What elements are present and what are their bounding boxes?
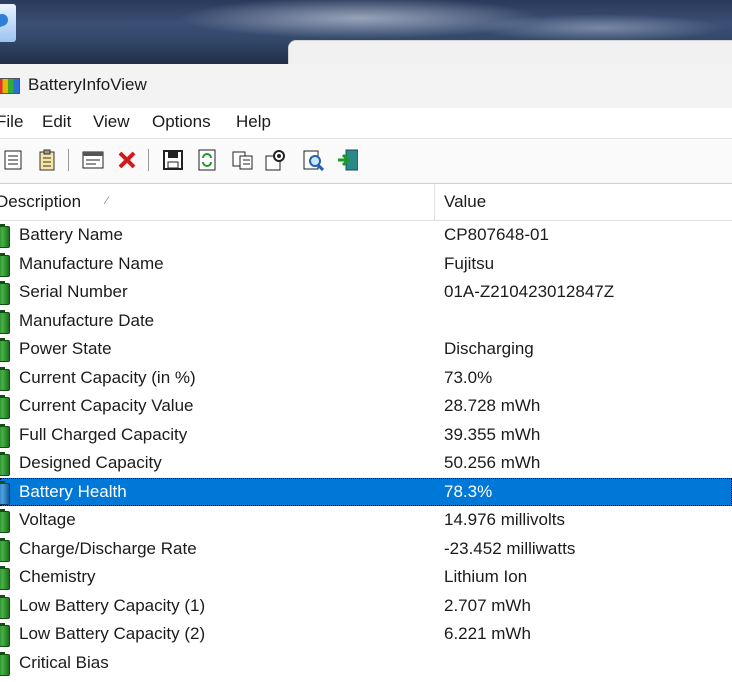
column-header-description[interactable]: Description <box>0 192 81 212</box>
row-value: Discharging <box>444 339 534 358</box>
row-description: Battery Health <box>19 481 127 501</box>
row-description: Charge/Discharge Rate <box>19 538 197 558</box>
battery-icon <box>0 651 10 676</box>
refresh-icon[interactable] <box>196 148 218 172</box>
row-description: Current Capacity (in %) <box>19 367 196 387</box>
desktop-shortcut-icon[interactable] <box>0 4 16 42</box>
copy-icon[interactable] <box>232 148 254 172</box>
delete-icon[interactable] <box>116 148 138 172</box>
row-value: 01A-Z210423012847Z <box>444 282 615 301</box>
row-description: Current Capacity Value <box>19 396 194 415</box>
exit-icon[interactable] <box>336 148 358 172</box>
sort-ascending-icon: ⁄ <box>106 195 108 207</box>
row-value: -23.452 milliwatts <box>444 538 576 558</box>
battery-icon <box>0 566 10 590</box>
row-description: Low Battery Capacity (1) <box>19 595 206 615</box>
menu-bar: File Edit View Options Help <box>0 108 732 138</box>
battery-icon <box>0 224 10 248</box>
battery-icon <box>0 452 10 476</box>
row-value: 28.728 mWh <box>444 396 541 415</box>
column-divider[interactable] <box>434 184 435 220</box>
table-row[interactable]: Designed Capacity 50.256 mWh <box>0 449 732 478</box>
row-value: 6.221 mWh <box>444 624 531 643</box>
row-value: Fujitsu <box>444 253 495 273</box>
table-row[interactable]: Battery Health 78.3% <box>0 477 732 506</box>
battery-icon <box>0 338 10 362</box>
table-row[interactable]: Serial Number 01A-Z210423012847Z <box>0 278 732 307</box>
table-row[interactable]: Voltage 14.976 millivolts <box>0 506 732 535</box>
menu-options[interactable]: Options <box>150 112 213 132</box>
battery-info-list: Battery Name CP807648-01 Manufacture Name F… <box>0 221 732 677</box>
row-value: 73.0% <box>444 367 493 387</box>
row-description: Full Charged Capacity <box>19 424 188 444</box>
battery-icon <box>0 252 10 277</box>
window-title: BatteryInfoView <box>28 75 147 94</box>
battery-icon <box>0 309 10 334</box>
row-value: CP807648-01 <box>444 225 549 244</box>
row-description: Power State <box>19 339 112 358</box>
app-window: BatteryInfoView File Edit View Options H… <box>0 64 732 682</box>
row-description: Chemistry <box>19 567 96 586</box>
table-row[interactable]: Charge/Discharge Rate -23.452 milliwatts <box>0 535 732 564</box>
row-value: Lithium Ion <box>444 567 528 586</box>
battery-icon <box>0 366 10 391</box>
toolbar-separator <box>68 149 69 171</box>
battery-icon <box>0 395 10 419</box>
table-row[interactable]: Manufacture Name Fujitsu <box>0 250 732 279</box>
toolbar-separator <box>148 149 149 171</box>
table-row[interactable]: Current Capacity (in %) 73.0% <box>0 364 732 393</box>
row-description: Low Battery Capacity (2) <box>19 624 206 643</box>
table-row[interactable]: Critical Bias <box>0 649 732 678</box>
title-bar[interactable]: BatteryInfoView <box>0 64 732 108</box>
battery-icon <box>0 537 10 562</box>
table-row[interactable]: Chemistry Lithium Ion <box>0 563 732 592</box>
row-description: Serial Number <box>19 282 128 301</box>
column-header-value[interactable]: Value <box>444 192 486 212</box>
row-description: Manufacture Name <box>19 253 164 273</box>
table-row[interactable]: Manufacture Date <box>0 307 732 336</box>
menu-help[interactable]: Help <box>234 112 273 132</box>
table-row[interactable]: Current Capacity Value 28.728 mWh <box>0 392 732 421</box>
properties-icon[interactable] <box>2 148 24 172</box>
battery-app-icon <box>0 78 20 94</box>
report-icon[interactable] <box>36 148 58 172</box>
row-description: Critical Bias <box>19 652 109 672</box>
row-value: 14.976 millivolts <box>444 510 565 529</box>
table-row[interactable]: Power State Discharging <box>0 335 732 364</box>
battery-icon <box>0 594 10 619</box>
row-description: Battery Name <box>19 225 123 244</box>
menu-view[interactable]: View <box>91 112 132 132</box>
options-icon[interactable] <box>264 148 286 172</box>
menu-file[interactable]: File <box>0 112 25 132</box>
row-value: 39.355 mWh <box>444 424 541 444</box>
table-row[interactable]: Full Charged Capacity 39.355 mWh <box>0 421 732 450</box>
table-row[interactable]: Low Battery Capacity (1) 2.707 mWh <box>0 592 732 621</box>
row-description: Voltage <box>19 510 76 529</box>
battery-icon <box>0 480 10 505</box>
battery-icon <box>0 281 10 305</box>
battery-icon <box>0 509 10 533</box>
save-icon[interactable] <box>162 148 184 172</box>
toolbar <box>0 138 732 184</box>
row-value: 50.256 mWh <box>444 453 541 472</box>
row-description: Manufacture Date <box>19 310 155 330</box>
table-header: Description ⁄ Value <box>0 184 732 221</box>
table-row[interactable]: Battery Name CP807648-01 <box>0 221 732 250</box>
html-report-icon[interactable] <box>82 148 104 172</box>
battery-icon <box>0 423 10 448</box>
row-description: Designed Capacity <box>19 453 162 472</box>
menu-edit[interactable]: Edit <box>40 112 73 132</box>
row-value: 2.707 mWh <box>444 595 531 615</box>
row-value: 78.3% <box>444 481 493 501</box>
find-icon[interactable] <box>302 148 324 172</box>
table-row[interactable]: Low Battery Capacity (2) 6.221 mWh <box>0 620 732 649</box>
battery-icon <box>0 623 10 647</box>
